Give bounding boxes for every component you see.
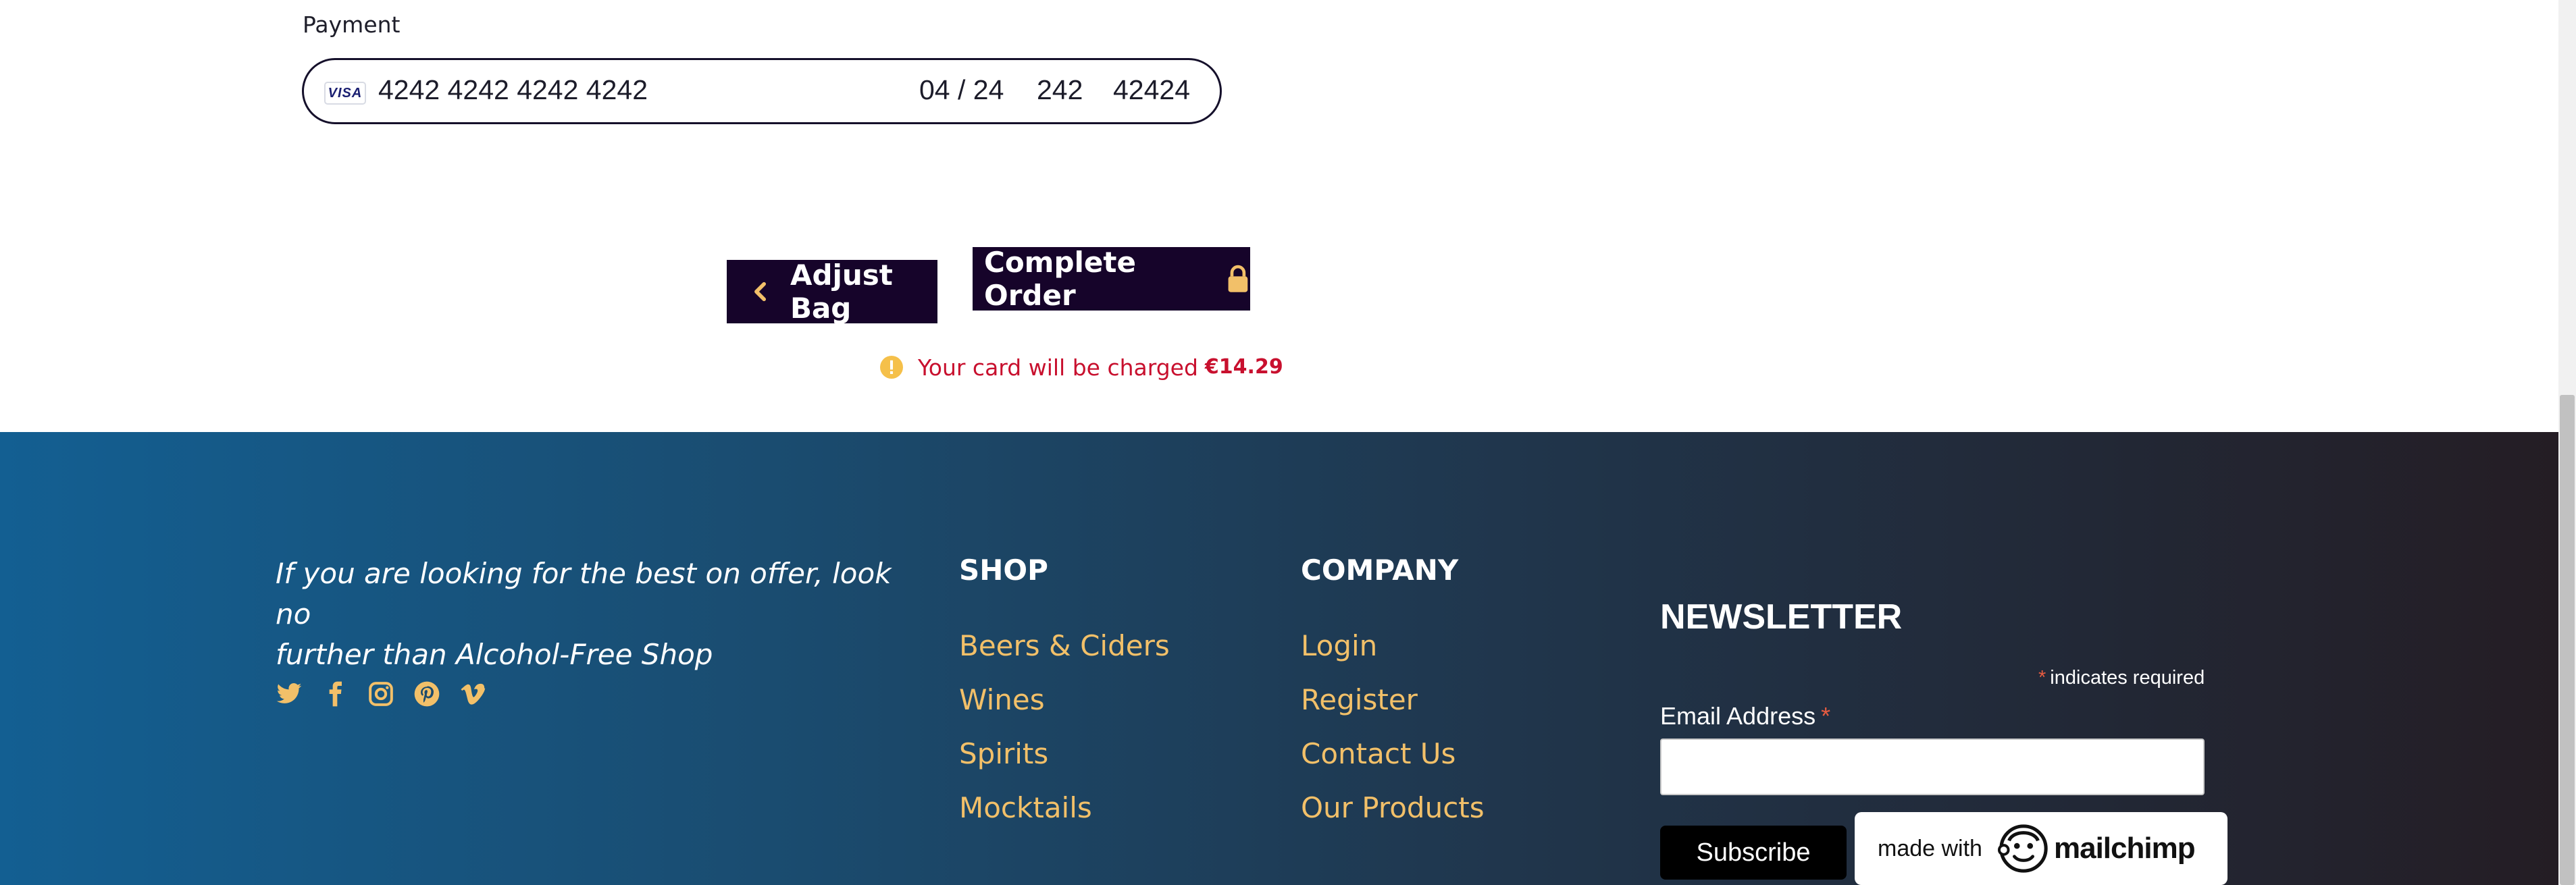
mailchimp-badge[interactable]: made with mailchimp <box>1855 812 2227 885</box>
adjust-bag-label: Adjust Bag <box>790 259 893 325</box>
card-input[interactable]: VISA 4242 4242 4242 4242 04 / 24 242 424… <box>302 58 1222 124</box>
footer-link-contact-us[interactable]: Contact Us <box>1301 740 1456 768</box>
charge-amount: €14.29 <box>1204 355 1283 379</box>
email-input[interactable] <box>1660 739 2205 795</box>
footer-link-spirits[interactable]: Spirits <box>959 740 1048 768</box>
newsletter-heading: NEWSLETTER <box>1660 597 1903 637</box>
tagline-line-1: If you are looking for the best on offer… <box>276 557 892 631</box>
card-cvc-field[interactable]: 242 <box>1037 76 1083 104</box>
facebook-icon[interactable] <box>321 680 349 707</box>
made-with-text: made with <box>1878 835 1982 861</box>
footer-tagline: If you are looking for the best on offer… <box>276 554 917 675</box>
footer-link-wines[interactable]: Wines <box>959 686 1045 714</box>
lock-icon <box>1228 265 1248 292</box>
card-number-field[interactable]: 4242 4242 4242 4242 <box>378 76 648 104</box>
charge-notice: Your card will be charged €14.29 <box>880 356 1283 379</box>
footer-link-beers-ciders[interactable]: Beers & Ciders <box>959 632 1170 660</box>
visa-card-icon: VISA <box>324 82 366 105</box>
adjust-bag-button[interactable]: Adjust Bag <box>727 259 937 325</box>
mailchimp-logo-icon <box>1997 824 2048 873</box>
instagram-icon[interactable] <box>367 680 394 707</box>
footer-link-our-products[interactable]: Our Products <box>1301 794 1485 822</box>
complete-order-button[interactable]: Complete Order <box>973 246 1250 312</box>
scrollbar-thumb[interactable] <box>2560 395 2575 885</box>
footer-link-mocktails[interactable]: Mocktails <box>959 794 1092 822</box>
required-note: * indicates required <box>2038 668 2205 688</box>
chevron-left-icon <box>754 281 767 302</box>
social-links <box>276 680 486 707</box>
required-note-text: indicates required <box>2050 667 2205 689</box>
card-zip-field[interactable]: 42424 <box>1113 76 1190 104</box>
email-label: Email Address * <box>1660 704 1830 728</box>
twitter-icon[interactable] <box>276 680 303 707</box>
card-expiry-field[interactable]: 04 / 24 <box>919 76 1004 104</box>
footer-link-register[interactable]: Register <box>1301 686 1418 714</box>
footer-link-login[interactable]: Login <box>1301 632 1377 660</box>
pinterest-icon[interactable] <box>413 680 440 707</box>
tagline-line-2: further than Alcohol-Free Shop <box>276 638 713 671</box>
warning-icon <box>880 356 903 379</box>
payment-label: Payment <box>303 11 401 38</box>
mailchimp-wordmark: mailchimp <box>2053 832 2196 865</box>
email-required-star: * <box>1821 702 1831 730</box>
charge-text: Your card will be charged <box>918 354 1198 381</box>
complete-order-label: Complete Order <box>984 246 1136 312</box>
required-star: * <box>2038 667 2046 689</box>
email-label-text: Email Address <box>1660 702 1816 730</box>
vimeo-icon[interactable] <box>459 680 486 707</box>
shop-heading: SHOP <box>959 554 1048 587</box>
company-heading: COMPANY <box>1301 554 1459 587</box>
subscribe-button[interactable]: Subscribe <box>1660 826 1847 880</box>
